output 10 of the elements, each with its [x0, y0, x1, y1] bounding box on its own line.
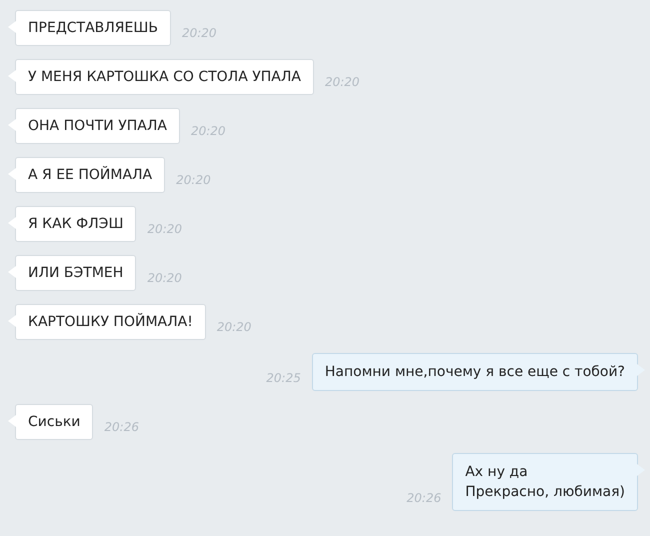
sent-message: Напомни мне,почему я все еще с тобой?: [312, 353, 645, 391]
received-message: ИЛИ БЭТМЕН: [8, 255, 136, 291]
sent-message: Ах ну да Прекрасно, любимая): [452, 453, 645, 511]
received-message: ПРЕДСТАВЛЯЕШЬ: [8, 10, 171, 46]
received-message: У МЕНЯ КАРТОШКА СО СТОЛА УПАЛА: [8, 59, 314, 95]
received-message: ОНА ПОЧТИ УПАЛА: [8, 108, 180, 144]
received-message: Сиськи: [8, 404, 94, 440]
received-message: А Я ЕЕ ПОЙМАЛА: [8, 157, 166, 193]
received-message: Я КАК ФЛЭШ: [8, 206, 136, 242]
received-message: КАРТОШКУ ПОЙМАЛА!: [8, 304, 206, 340]
